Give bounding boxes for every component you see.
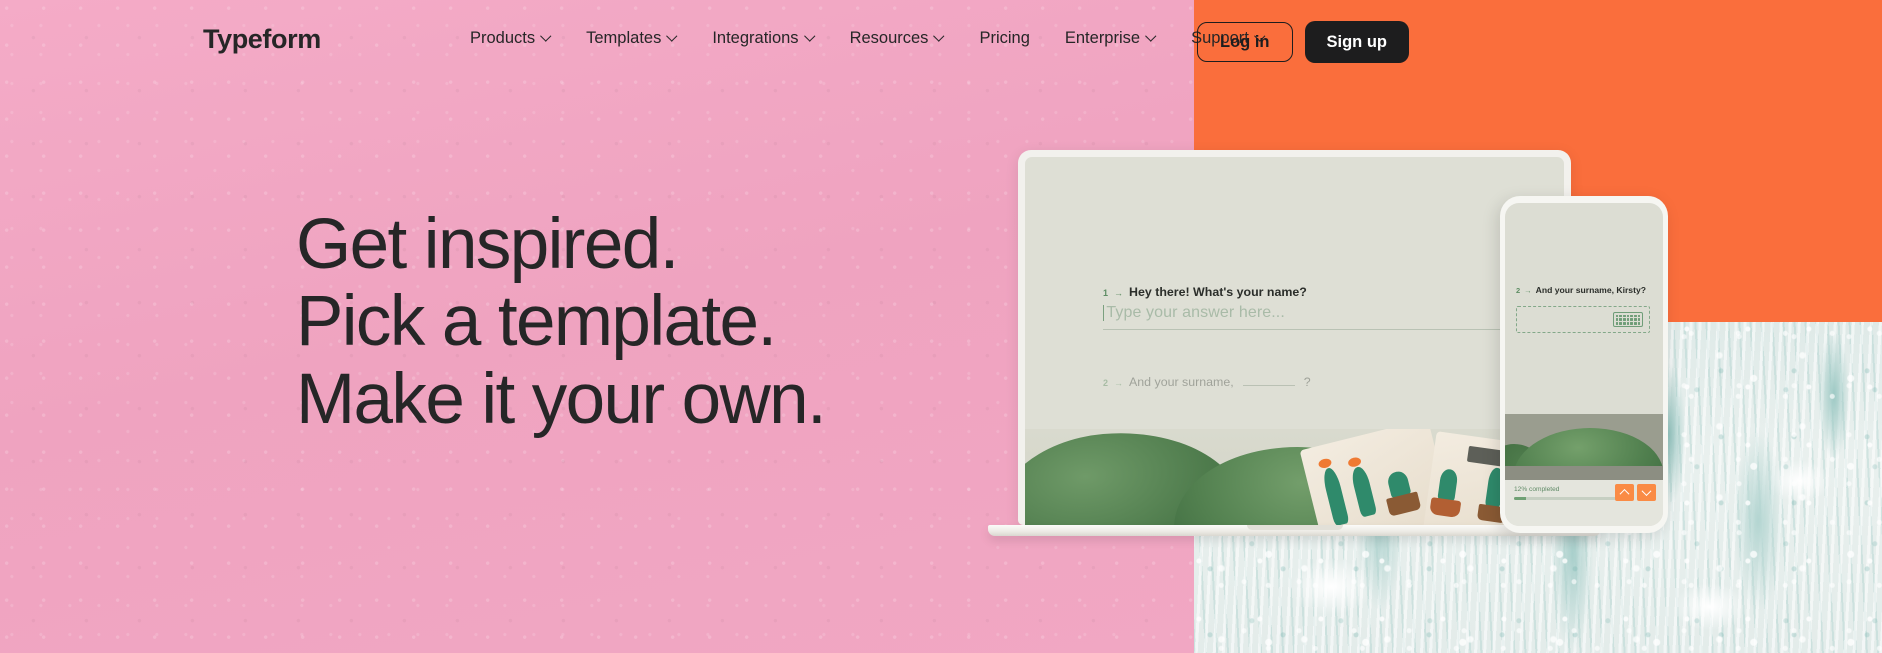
- hero-heading: Get inspired. Pick a template. Make it y…: [296, 205, 827, 439]
- keyboard-icon: [1613, 312, 1643, 327]
- laptop-question-1-number: 1: [1103, 288, 1109, 298]
- nav-item-pricing[interactable]: Pricing: [979, 30, 1029, 47]
- laptop-answer-placeholder: Type your answer here...: [1106, 304, 1285, 321]
- laptop-question-2-text-after: ?: [1303, 375, 1311, 389]
- phone-photo-cushions: [1505, 414, 1663, 480]
- nav-item-templates[interactable]: Templates: [586, 30, 677, 47]
- nav-label-integrations: Integrations: [712, 29, 799, 47]
- auth-buttons: Log in Sign up: [1197, 21, 1409, 63]
- laptop-notch: [1246, 525, 1343, 530]
- arrow-right-icon: →: [1524, 286, 1532, 295]
- laptop-question-2: 2 → And your surname, ?: [1103, 375, 1311, 389]
- laptop-question-2-text-before: And your surname,: [1129, 375, 1234, 389]
- photo-floor-strip: [1505, 466, 1663, 480]
- laptop-mockup: 1 → Hey there! What's your name? Type yo…: [988, 150, 1601, 536]
- login-button[interactable]: Log in: [1197, 22, 1293, 62]
- main-navigation: Products Templates Integrations Resource…: [470, 30, 1265, 47]
- phone-question-text: And your surname, Kirsty?: [1535, 285, 1646, 295]
- arrow-right-icon: →: [1114, 288, 1124, 298]
- phone-question: 2 → And your surname, Kirsty?: [1516, 285, 1646, 295]
- nav-item-products[interactable]: Products: [470, 30, 551, 47]
- chevron-up-icon: [1619, 488, 1630, 499]
- phone-progress-track: [1514, 497, 1618, 501]
- laptop-question-1-text: Hey there! What's your name?: [1129, 285, 1307, 299]
- laptop-photo-cushions: [1025, 429, 1564, 525]
- signup-button[interactable]: Sign up: [1304, 21, 1409, 63]
- arrow-right-icon: →: [1114, 378, 1124, 388]
- hero-line-2: Pick a template.: [296, 282, 777, 362]
- text-caret: [1103, 305, 1105, 321]
- phone-question-number: 2: [1516, 286, 1521, 295]
- nav-label-enterprise: Enterprise: [1064, 29, 1141, 47]
- hero-line-1: Get inspired.: [296, 205, 679, 284]
- laptop-question-2-blank: [1242, 385, 1295, 386]
- chevron-down-icon: [668, 32, 677, 41]
- laptop-question-1: 1 → Hey there! What's your name?: [1103, 285, 1307, 299]
- nav-item-resources[interactable]: Resources: [850, 30, 945, 47]
- phone-progress-fill: [1514, 497, 1527, 501]
- phone-mockup: 2 → And your surname, Kirsty? 12% comple…: [1500, 196, 1668, 533]
- nav-label-products: Products: [470, 29, 536, 47]
- phone-bottom-bar: 12% completed: [1505, 480, 1663, 526]
- chevron-down-icon: [806, 32, 815, 41]
- laptop-answer-input[interactable]: Type your answer here...: [1103, 304, 1517, 330]
- chevron-down-icon: [1641, 486, 1652, 497]
- next-question-button[interactable]: [1637, 484, 1656, 501]
- phone-answer-input[interactable]: [1516, 306, 1650, 333]
- phone-progress-label: 12% completed: [1514, 486, 1560, 493]
- laptop-lid: 1 → Hey there! What's your name? Type yo…: [1018, 150, 1571, 525]
- nav-label-pricing: Pricing: [979, 29, 1030, 47]
- phone-screen: 2 → And your surname, Kirsty? 12% comple…: [1505, 203, 1663, 526]
- phone-progress: 12% completed: [1514, 486, 1620, 501]
- nav-label-resources: Resources: [849, 29, 929, 47]
- nav-item-integrations[interactable]: Integrations: [712, 30, 814, 47]
- nav-label-templates: Templates: [586, 29, 662, 47]
- typeform-logo[interactable]: Typeform: [203, 26, 321, 53]
- site-header: Typeform Products Templates Integrations…: [0, 0, 1882, 80]
- chevron-down-icon: [1147, 32, 1156, 41]
- laptop-screen: 1 → Hey there! What's your name? Type yo…: [1025, 157, 1564, 525]
- hero-line-3: Make it your own.: [296, 359, 827, 439]
- laptop-question-2-number: 2: [1103, 378, 1109, 388]
- chevron-down-icon: [935, 32, 944, 41]
- phone-nav-buttons: [1615, 484, 1656, 501]
- previous-question-button[interactable]: [1615, 484, 1634, 501]
- nav-item-enterprise[interactable]: Enterprise: [1065, 30, 1156, 47]
- chevron-down-icon: [542, 32, 551, 41]
- typeform-templates-hero-page: Typeform Products Templates Integrations…: [0, 0, 1882, 653]
